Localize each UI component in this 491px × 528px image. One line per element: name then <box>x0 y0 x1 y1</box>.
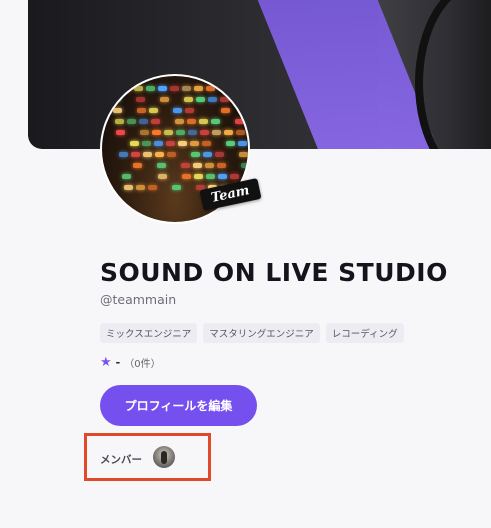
console-led <box>158 174 167 179</box>
console-led <box>119 152 128 157</box>
console-led <box>215 152 224 157</box>
console-led <box>110 86 119 91</box>
console-led <box>230 86 239 91</box>
console-led <box>167 152 176 157</box>
console-led <box>154 141 163 146</box>
member-avatar[interactable] <box>153 446 175 468</box>
console-led <box>187 119 196 124</box>
console-led <box>122 86 131 91</box>
cover-image <box>28 0 491 149</box>
console-led <box>149 108 158 113</box>
console-led <box>134 86 143 91</box>
console-led <box>208 97 217 102</box>
console-led <box>241 163 250 168</box>
console-led <box>239 152 248 157</box>
console-led <box>172 185 181 190</box>
console-led <box>136 185 145 190</box>
profile-name: SOUND ON LIVE STUDIO <box>100 258 448 287</box>
console-led <box>173 108 182 113</box>
console-led <box>124 185 133 190</box>
console-led <box>217 163 226 168</box>
console-led <box>166 141 175 146</box>
console-led <box>175 119 184 124</box>
console-led <box>194 174 203 179</box>
console-led <box>130 141 139 146</box>
console-led <box>220 97 229 102</box>
console-led <box>112 97 121 102</box>
console-led <box>143 152 152 157</box>
console-led <box>238 141 247 146</box>
console-led <box>146 86 155 91</box>
console-led <box>190 141 199 146</box>
console-led <box>115 119 124 124</box>
console-led <box>226 141 235 146</box>
console-led <box>155 152 164 157</box>
console-led <box>230 174 239 179</box>
console-led <box>236 130 245 135</box>
rating-value: - <box>116 356 121 369</box>
rating-count: （0件） <box>124 355 160 370</box>
console-led <box>199 119 208 124</box>
console-led <box>140 130 149 135</box>
console-led <box>224 130 233 135</box>
console-led <box>211 119 220 124</box>
console-led <box>151 119 160 124</box>
console-led <box>158 86 167 91</box>
console-led <box>206 174 215 179</box>
console-led <box>232 97 241 102</box>
console-led <box>184 97 193 102</box>
tag-item[interactable]: マスタリングエンジニア <box>203 323 320 343</box>
console-led <box>152 130 161 135</box>
console-led <box>170 86 179 91</box>
members-label: メンバー <box>100 452 142 467</box>
tag-item[interactable]: レコーディング <box>326 323 404 343</box>
console-led <box>218 174 227 179</box>
console-led <box>185 108 194 113</box>
console-led <box>193 163 202 168</box>
edit-profile-button[interactable]: プロフィールを編集 <box>100 385 257 426</box>
console-led <box>221 108 230 113</box>
console-led <box>235 119 244 124</box>
console-led <box>136 97 145 102</box>
console-led <box>160 97 169 102</box>
console-led <box>182 86 191 91</box>
console-led <box>164 130 173 135</box>
console-led <box>113 108 122 113</box>
console-led <box>131 152 140 157</box>
console-led <box>200 130 209 135</box>
console-led <box>194 86 203 91</box>
console-led <box>182 174 191 179</box>
console-led <box>205 163 214 168</box>
console-led <box>157 163 166 168</box>
console-led <box>202 141 211 146</box>
console-led <box>148 185 157 190</box>
star-icon: ★ <box>100 355 112 370</box>
console-led <box>122 174 131 179</box>
profile-handle: @teammain <box>100 292 176 307</box>
console-led <box>133 163 142 168</box>
tag-item[interactable]: ミックスエンジニア <box>100 323 197 343</box>
console-led <box>188 130 197 135</box>
tag-list: ミックスエンジニア マスタリングエンジニア レコーディング <box>100 323 404 343</box>
console-led <box>139 119 148 124</box>
console-led <box>191 152 200 157</box>
console-led <box>137 108 146 113</box>
console-led <box>181 163 190 168</box>
console-led <box>212 130 221 135</box>
console-led <box>178 141 187 146</box>
console-led <box>206 86 215 91</box>
console-led <box>176 130 185 135</box>
console-led <box>196 97 205 102</box>
console-led <box>142 141 151 146</box>
console-led <box>203 152 212 157</box>
console-led <box>116 130 125 135</box>
console-led <box>127 119 136 124</box>
rating: ★ - （0件） <box>100 355 161 370</box>
